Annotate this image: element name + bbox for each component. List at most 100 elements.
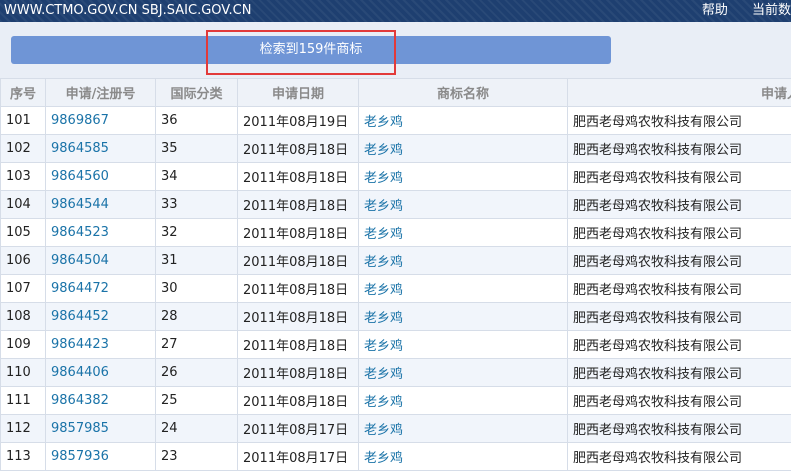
site-urls: WWW.CTMO.GOV.CN SBJ.SAIC.GOV.CN: [4, 3, 252, 18]
trademark-name-link[interactable]: 老乡鸡: [358, 302, 568, 331]
row-index: 109: [0, 330, 46, 359]
table-row: 104 9864544 33 2011年08月18日 老乡鸡 肥西老母鸡农牧科技有限公司: [0, 190, 791, 219]
application-date: 2011年08月18日: [237, 246, 359, 275]
reg-number-link[interactable]: 9869867: [45, 106, 156, 135]
applicant-name: 肥西老母鸡农牧科技有限公司: [567, 246, 791, 275]
table-row: 103 9864560 34 2011年08月18日 老乡鸡 肥西老母鸡农牧科技有限公司: [0, 162, 791, 191]
table-row: 105 9864523 32 2011年08月18日 老乡鸡 肥西老母鸡农牧科技有限公司: [0, 218, 791, 247]
applicant-name: 肥西老母鸡农牧科技有限公司: [567, 162, 791, 191]
reg-number-link[interactable]: 9857985: [45, 414, 156, 443]
trademark-name-link[interactable]: 老乡鸡: [358, 246, 568, 275]
intl-class: 31: [155, 246, 238, 275]
reg-number-link[interactable]: 9864406: [45, 358, 156, 387]
application-date: 2011年08月18日: [237, 134, 359, 163]
table-row: 112 9857985 24 2011年08月17日 老乡鸡 肥西老母鸡农牧科技有限公司: [0, 414, 791, 443]
row-index: 106: [0, 246, 46, 275]
row-index: 107: [0, 274, 46, 303]
trademark-name-link[interactable]: 老乡鸡: [358, 162, 568, 191]
col-index-header: 序号: [0, 78, 46, 107]
top-bar: WWW.CTMO.GOV.CN SBJ.SAIC.GOV.CN 帮助 当前数: [0, 0, 791, 22]
intl-class: 30: [155, 274, 238, 303]
applicant-name: 肥西老母鸡农牧科技有限公司: [567, 442, 791, 471]
trademark-name-link[interactable]: 老乡鸡: [358, 358, 568, 387]
table-row: 102 9864585 35 2011年08月18日 老乡鸡 肥西老母鸡农牧科技有限公司: [0, 134, 791, 163]
table-row: 106 9864504 31 2011年08月18日 老乡鸡 肥西老母鸡农牧科技有限公司: [0, 246, 791, 275]
trademark-name-link[interactable]: 老乡鸡: [358, 274, 568, 303]
row-index: 105: [0, 218, 46, 247]
applicant-name: 肥西老母鸡农牧科技有限公司: [567, 386, 791, 415]
application-date: 2011年08月18日: [237, 358, 359, 387]
intl-class: 27: [155, 330, 238, 359]
reg-number-link[interactable]: 9864472: [45, 274, 156, 303]
table-row: 107 9864472 30 2011年08月18日 老乡鸡 肥西老母鸡农牧科技有限公司: [0, 274, 791, 303]
trademark-name-link[interactable]: 老乡鸡: [358, 134, 568, 163]
application-date: 2011年08月19日: [237, 106, 359, 135]
intl-class: 36: [155, 106, 238, 135]
help-link[interactable]: 帮助: [702, 3, 728, 18]
application-date: 2011年08月18日: [237, 218, 359, 247]
row-index: 101: [0, 106, 46, 135]
reg-number-link[interactable]: 9864523: [45, 218, 156, 247]
trademark-name-link[interactable]: 老乡鸡: [358, 386, 568, 415]
col-trademark-name-header: 商标名称: [358, 78, 568, 107]
applicant-name: 肥西老母鸡农牧科技有限公司: [567, 274, 791, 303]
row-index: 110: [0, 358, 46, 387]
application-date: 2011年08月18日: [237, 190, 359, 219]
reg-number-link[interactable]: 9864382: [45, 386, 156, 415]
table-row: 108 9864452 28 2011年08月18日 老乡鸡 肥西老母鸡农牧科技有限公司: [0, 302, 791, 331]
application-date: 2011年08月18日: [237, 162, 359, 191]
row-index: 112: [0, 414, 46, 443]
applicant-name: 肥西老母鸡农牧科技有限公司: [567, 414, 791, 443]
col-applicant-header: 申请人: [567, 78, 791, 107]
col-class-header: 国际分类: [155, 78, 238, 107]
trademark-name-link[interactable]: 老乡鸡: [358, 218, 568, 247]
reg-number-link[interactable]: 9864452: [45, 302, 156, 331]
intl-class: 24: [155, 414, 238, 443]
application-date: 2011年08月17日: [237, 442, 359, 471]
intl-class: 32: [155, 218, 238, 247]
intl-class: 25: [155, 386, 238, 415]
intl-class: 34: [155, 162, 238, 191]
table-header-row: 序号申请/注册号国际分类申请日期商标名称申请人: [0, 78, 791, 107]
reg-number-link[interactable]: 9864560: [45, 162, 156, 191]
intl-class: 28: [155, 302, 238, 331]
reg-number-link[interactable]: 9864544: [45, 190, 156, 219]
application-date: 2011年08月18日: [237, 330, 359, 359]
applicant-name: 肥西老母鸡农牧科技有限公司: [567, 190, 791, 219]
col-date-header: 申请日期: [237, 78, 359, 107]
table-row: 110 9864406 26 2011年08月18日 老乡鸡 肥西老母鸡农牧科技有限公司: [0, 358, 791, 387]
trademark-name-link[interactable]: 老乡鸡: [358, 442, 568, 471]
top-bar-links: 帮助 当前数: [682, 0, 791, 22]
applicant-name: 肥西老母鸡农牧科技有限公司: [567, 106, 791, 135]
table-row: 109 9864423 27 2011年08月18日 老乡鸡 肥西老母鸡农牧科技有限公司: [0, 330, 791, 359]
results-table: 序号申请/注册号国际分类申请日期商标名称申请人 1019869867362011…: [0, 78, 791, 471]
row-index: 102: [0, 134, 46, 163]
trademark-name-link[interactable]: 老乡鸡: [358, 190, 568, 219]
applicant-name: 肥西老母鸡农牧科技有限公司: [567, 358, 791, 387]
applicant-name: 肥西老母鸡农牧科技有限公司: [567, 218, 791, 247]
current-data-link[interactable]: 当前数: [752, 3, 791, 18]
reg-number-link[interactable]: 9864504: [45, 246, 156, 275]
intl-class: 35: [155, 134, 238, 163]
intl-class: 23: [155, 442, 238, 471]
trademark-name-link[interactable]: 老乡鸡: [358, 106, 568, 135]
table-body: 101 9869867 36 2011年08月19日 老乡鸡 肥西老母鸡农牧科技有限公司 1…: [0, 106, 791, 471]
row-index: 111: [0, 386, 46, 415]
row-index: 108: [0, 302, 46, 331]
intl-class: 26: [155, 358, 238, 387]
row-index: 104: [0, 190, 46, 219]
trademark-name-link[interactable]: 老乡鸡: [358, 414, 568, 443]
reg-number-link[interactable]: 9864423: [45, 330, 156, 359]
table-row: 111 9864382 25 2011年08月18日 老乡鸡 肥西老母鸡农牧科技有限公司: [0, 386, 791, 415]
reg-number-link[interactable]: 9857936: [45, 442, 156, 471]
intl-class: 33: [155, 190, 238, 219]
table-row: 101 9869867 36 2011年08月19日 老乡鸡 肥西老母鸡农牧科技有限公司: [0, 106, 791, 135]
application-date: 2011年08月17日: [237, 414, 359, 443]
applicant-name: 肥西老母鸡农牧科技有限公司: [567, 134, 791, 163]
row-index: 113: [0, 442, 46, 471]
applicant-name: 肥西老母鸡农牧科技有限公司: [567, 330, 791, 359]
reg-number-link[interactable]: 9864585: [45, 134, 156, 163]
trademark-name-link[interactable]: 老乡鸡: [358, 330, 568, 359]
application-date: 2011年08月18日: [237, 274, 359, 303]
application-date: 2011年08月18日: [237, 302, 359, 331]
